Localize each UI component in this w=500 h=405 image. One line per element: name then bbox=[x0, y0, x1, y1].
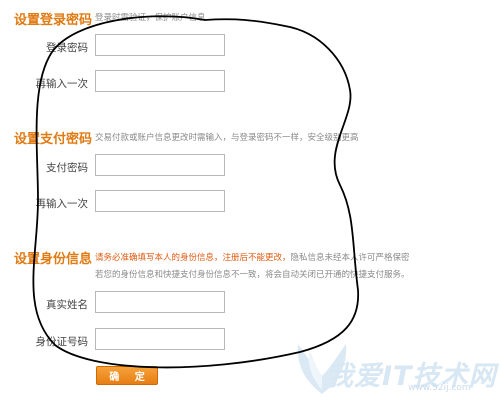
identity-hint-line2: 若您的身份信息和快捷支付身份信息不一致，将会自动关闭已开通的快捷支付服务。 bbox=[95, 270, 410, 280]
pay-password-title: 设置支付密码 bbox=[14, 132, 93, 147]
identity-hint-warning: 请务必准确填写本人的身份信息，注册后不能更改， bbox=[95, 253, 291, 263]
real-name-label: 真实姓名 bbox=[46, 299, 88, 311]
login-password-confirm-input[interactable] bbox=[95, 70, 225, 92]
pay-password-label: 支付密码 bbox=[46, 162, 88, 174]
pay-password-confirm-input[interactable] bbox=[95, 190, 225, 212]
identity-hint-rest: 隐私信息未经本人许可严格保密 bbox=[290, 253, 410, 263]
pay-password-hint: 交易付款或账户信息更改时需输入，与登录密码不一样，安全级别更高 bbox=[95, 133, 359, 143]
pay-password-confirm-label: 再输入一次 bbox=[35, 198, 89, 210]
login-password-confirm-label: 再输入一次 bbox=[35, 78, 89, 90]
identity-title: 设置身份信息 bbox=[14, 252, 93, 267]
identity-hint: 请务必准确填写本人的身份信息，注册后不能更改，隐私信息未经本人许可严格保密 bbox=[95, 251, 410, 263]
login-password-input[interactable] bbox=[95, 34, 225, 56]
id-number-label: 身份证号码 bbox=[35, 336, 89, 348]
pay-password-input[interactable] bbox=[95, 154, 225, 176]
real-name-input[interactable] bbox=[95, 291, 225, 313]
login-password-hint: 登录时需验证，保护账户信息 bbox=[95, 13, 206, 23]
login-password-label: 登录密码 bbox=[46, 42, 88, 54]
watermark-url: www.52ij.com bbox=[408, 383, 471, 393]
id-number-input[interactable] bbox=[95, 328, 225, 350]
login-password-title: 设置登录密码 bbox=[14, 13, 93, 28]
confirm-button[interactable]: 确 定 bbox=[96, 366, 158, 385]
